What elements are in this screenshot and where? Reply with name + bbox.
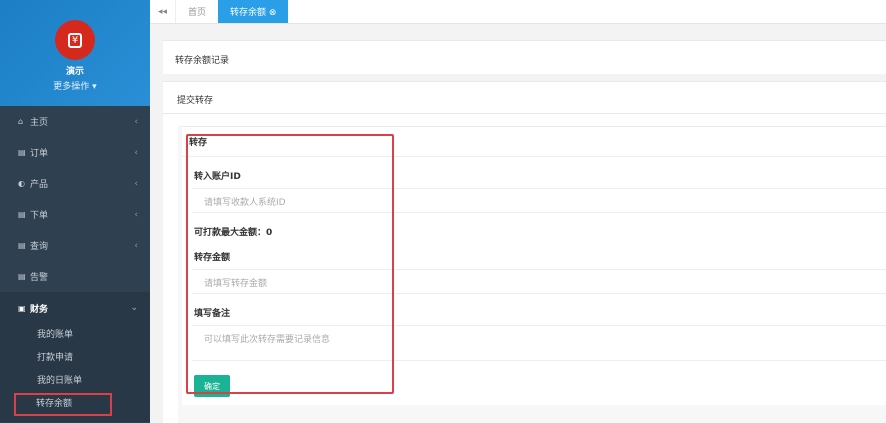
- nav-menu: ⌂ 主页 ‹ ▤ 订单 ‹ ◐ 产品 ‹ ▤ 下单 ‹ ▤ 查询 ‹ ▤ 告警 ▣ 财务 ⌄: [0, 106, 150, 324]
- chevron-left-icon: ‹: [134, 240, 138, 251]
- records-title: 转存余额记录: [175, 56, 230, 66]
- submenu-payout-request[interactable]: 打款申请: [0, 347, 150, 370]
- chevron-left-icon: ‹: [134, 209, 138, 220]
- tab-bar: ◂◂ 首页 转存余额 ⊗: [150, 0, 886, 24]
- submenu-daily-bills[interactable]: 我的日账单: [0, 370, 150, 393]
- submit-panel: 提交转存 转存 转入账户ID 请填写收款人系统ID 可打款最大金额：0 转存金额…: [163, 81, 886, 423]
- account-label: 转入账户ID: [194, 172, 241, 182]
- nav-item-orders[interactable]: ▤ 订单 ‹: [0, 137, 150, 168]
- chevron-left-icon: ‹: [134, 178, 138, 189]
- sidebar: ¥ 演示 更多操作 ▾ ⌂ 主页 ‹ ▤ 订单 ‹ ◐ 产品 ‹ ▤ 下单 ‹ ▤ 查询 ‹ ▤ 告警…: [0, 0, 150, 423]
- chevron-left-icon: ‹: [134, 147, 138, 158]
- confirm-button[interactable]: 确定: [194, 375, 230, 397]
- account-id-input[interactable]: 请填写收款人系统ID: [192, 188, 886, 213]
- nav-label: 财务: [30, 304, 49, 315]
- note-textarea[interactable]: 可以填写此次转存需要记录信息: [192, 325, 886, 361]
- nav-item-alerts[interactable]: ▤ 告警: [0, 261, 150, 292]
- max-amount-text: 可打款最大金额：0: [194, 228, 273, 238]
- note-label: 填写备注: [194, 309, 231, 319]
- home-icon: ⌂: [18, 117, 24, 126]
- yen-phone-icon: ¥: [67, 32, 83, 48]
- nav-item-finance[interactable]: ▣ 财务 ⌄: [0, 292, 150, 324]
- file-icon: ▤: [18, 148, 26, 157]
- nav-item-home[interactable]: ⌂ 主页 ‹: [0, 106, 150, 137]
- amount-label: 转存金额: [194, 253, 231, 263]
- money-icon: ▣: [18, 303, 26, 313]
- transfer-form: 转存 转入账户ID 请填写收款人系统ID 可打款最大金额：0 转存金额 请填写转…: [182, 126, 886, 405]
- tab-home[interactable]: 首页: [176, 0, 218, 23]
- nav-item-products[interactable]: ◐ 产品 ‹: [0, 168, 150, 199]
- nav-item-query[interactable]: ▤ 查询 ‹: [0, 230, 150, 261]
- nav-label: 下单: [30, 211, 49, 221]
- nav-label: 告警: [30, 273, 49, 283]
- form-wrapper: 转存 转入账户ID 请填写收款人系统ID 可打款最大金额：0 转存金额 请填写转…: [178, 126, 886, 423]
- cube-icon: ◐: [18, 179, 25, 188]
- nav-label: 查询: [30, 242, 49, 252]
- records-panel: 转存余额记录: [163, 40, 886, 74]
- submit-title: 提交转存: [163, 82, 886, 114]
- chevron-left-icon: ‹: [134, 116, 138, 127]
- scroll-left-icon[interactable]: ◂◂: [150, 0, 176, 23]
- file-icon: ▤: [18, 241, 26, 250]
- nav-label: 主页: [30, 118, 49, 128]
- submenu-my-bills[interactable]: 我的账单: [0, 324, 150, 347]
- user-name: 演示: [65, 67, 84, 77]
- file-icon: ▤: [18, 210, 26, 219]
- form-title: 转存: [182, 127, 886, 157]
- avatar: ¥: [55, 20, 95, 60]
- profile: ¥ 演示 更多操作 ▾: [0, 0, 150, 106]
- file-icon: ▤: [18, 272, 26, 281]
- chevron-down-icon: ⌄: [130, 303, 138, 313]
- tab-transfer-balance[interactable]: 转存余额 ⊗: [218, 0, 289, 23]
- amount-input[interactable]: 请填写转存金额: [192, 269, 886, 294]
- finance-submenu: 我的账单 打款申请 我的日账单 转存余额: [0, 324, 150, 422]
- nav-item-place-order[interactable]: ▤ 下单 ‹: [0, 199, 150, 230]
- submenu-transfer-balance[interactable]: 转存余额: [14, 393, 112, 416]
- nav-label: 订单: [30, 149, 49, 159]
- more-actions-dropdown[interactable]: 更多操作 ▾: [0, 79, 150, 92]
- nav-label: 产品: [30, 180, 49, 190]
